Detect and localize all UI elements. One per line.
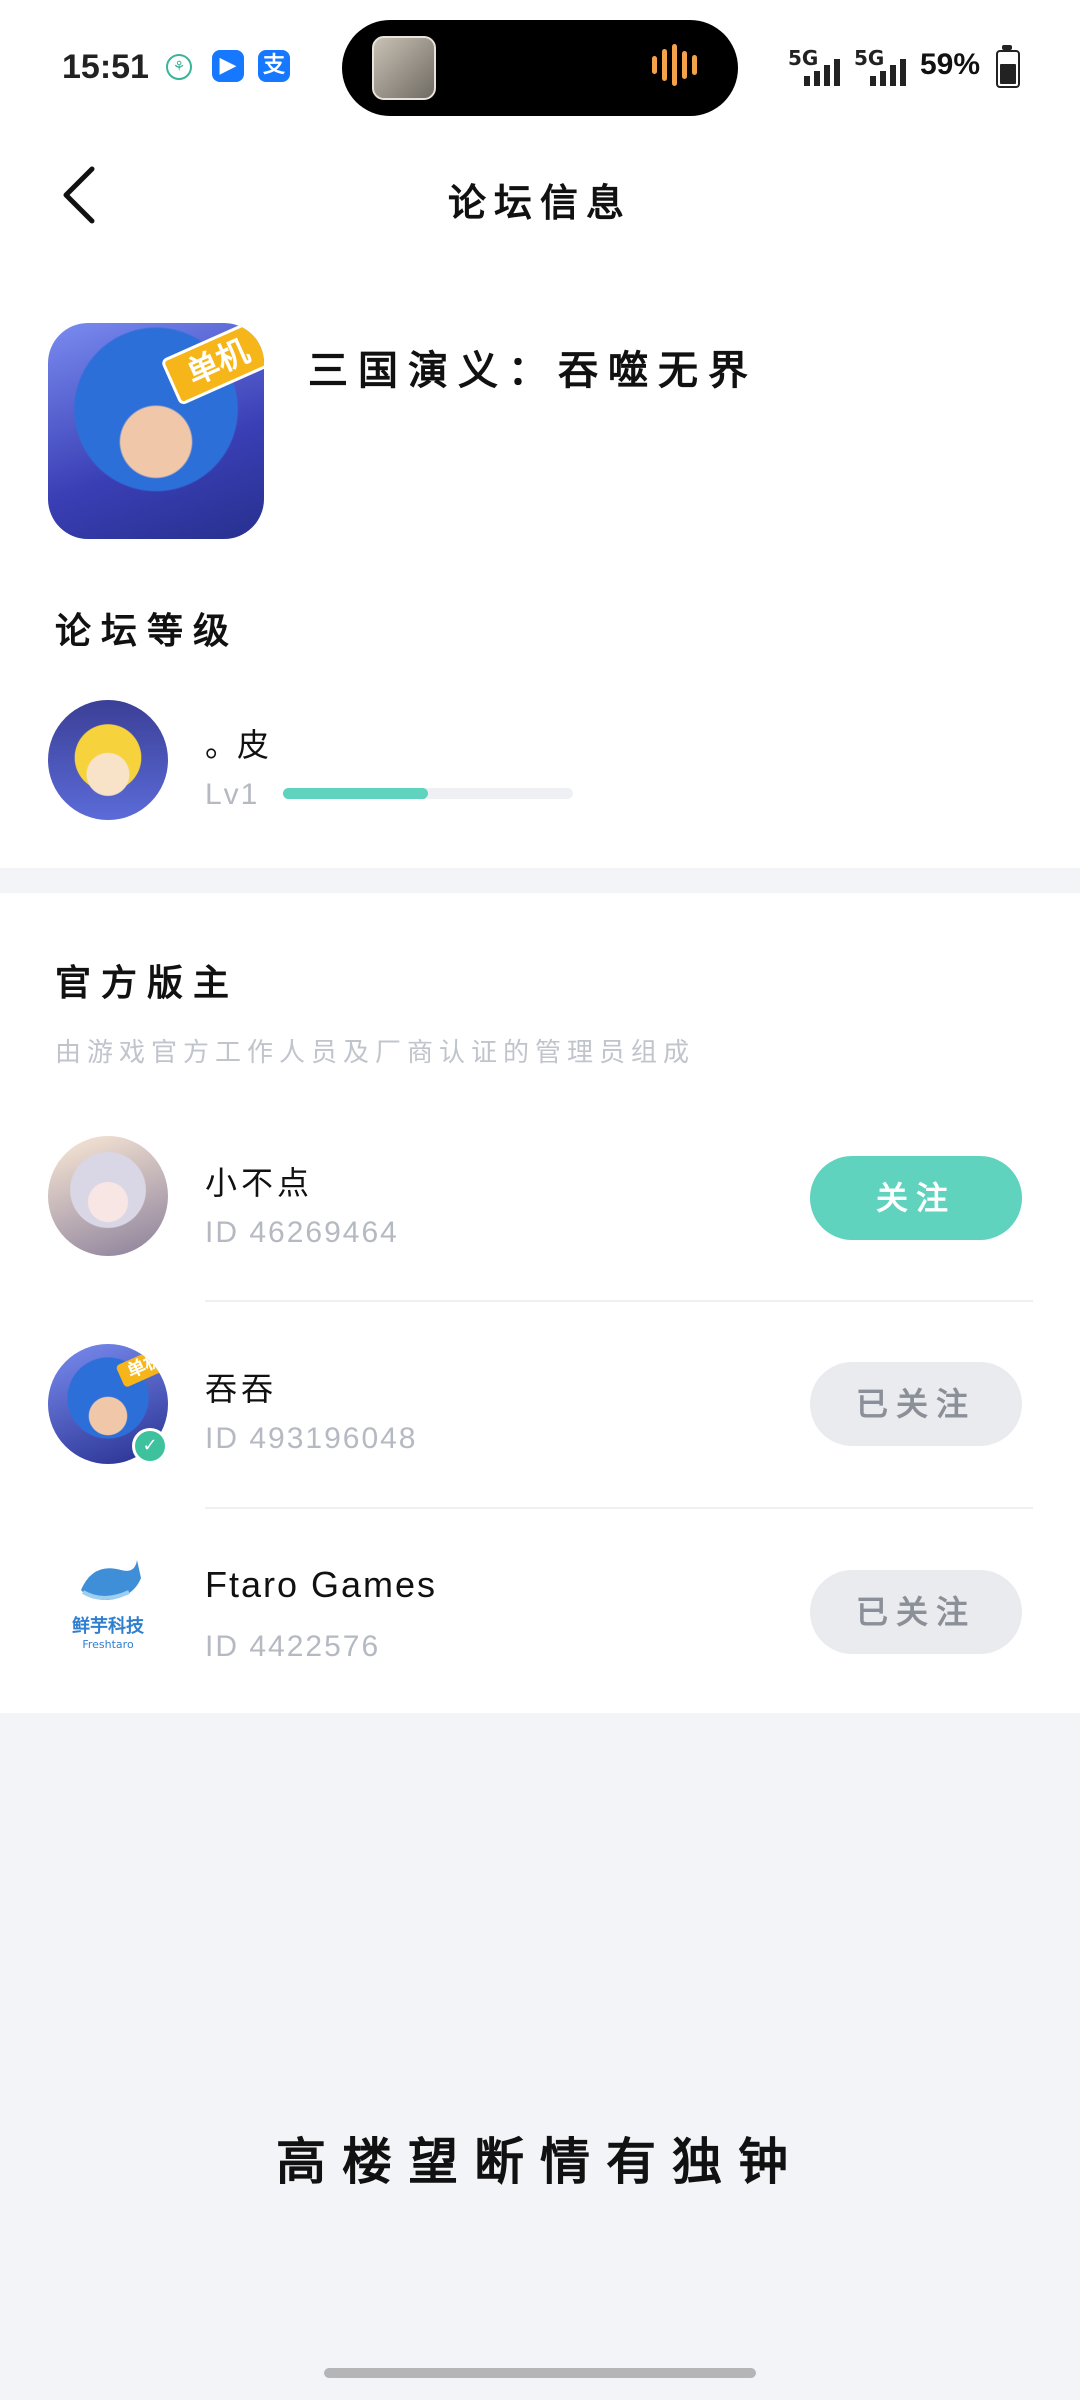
moderator-name: Ftaro Games [205,1564,438,1605]
user-avatar[interactable] [48,700,168,820]
following-button[interactable]: 已关注 [810,1362,1022,1446]
follow-button[interactable]: 关注 [810,1156,1022,1240]
game-icon[interactable]: 单机 [48,323,264,539]
page-title: 论坛信息 [447,181,632,225]
battery-icon [996,50,1020,88]
footer-text: 高楼望断情有独钟 [276,2133,804,2191]
home-indicator[interactable] [324,2368,756,2378]
moderator-id: ID 4422576 [205,1630,381,1663]
avatar-caption-en: Freshtaro [82,1638,134,1651]
battery-percent: 59% [920,48,981,81]
whale-logo-icon [81,1560,141,1600]
wheat-icon: ⚘ [166,54,192,80]
app-blue-icon: ▶ [212,50,244,82]
status-bar: 15:51 ⚘ ▶ 支 5G 5G 59% [0,0,1080,130]
alipay-icon: 支 [258,50,290,82]
moderator-avatar[interactable]: 鲜芋科技 Freshtaro [48,1550,168,1670]
status-time: 15:51 [62,48,149,86]
avatar-caption: 鲜芋科技 [72,1616,144,1637]
moderator-avatar[interactable] [48,1136,168,1256]
moderator-id: ID 46269464 [205,1216,399,1249]
media-thumbnail[interactable] [372,36,436,100]
moderator-name: 小不点 [205,1164,314,1202]
level-progress-bar [283,788,573,799]
forum-level-title: 论坛等级 [55,611,240,652]
moderators-title: 官方版主 [55,963,240,1004]
row-divider [205,1507,1033,1509]
moderator-name: 吞吞 [205,1370,278,1408]
user-level: Lv1 [205,778,260,811]
user-name: 。皮 [205,726,270,764]
standalone-badge: 单机 [160,323,264,406]
verified-icon: ✓ [132,1428,168,1464]
moderator-id: ID 493196048 [205,1422,418,1455]
audio-wave-icon [652,44,702,88]
level-progress-fill [283,788,428,799]
row-divider [205,1300,1033,1302]
signal-icon-2 [870,58,912,90]
moderators-subtitle: 由游戏官方工作人员及厂商认证的管理员组成 [55,1038,696,1068]
signal-icon-1 [804,58,846,90]
game-name: 三国演义：吞噬无界 [308,348,758,394]
following-button[interactable]: 已关注 [810,1570,1022,1654]
